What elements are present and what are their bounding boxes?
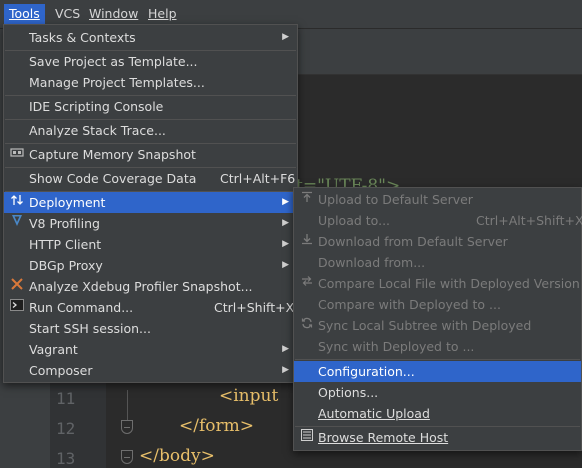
menu-item-sync-with-deployed[interactable]: Sync with Deployed to ... bbox=[294, 336, 581, 357]
menu-item-download-default-server[interactable]: Download from Default Server bbox=[294, 231, 581, 252]
menu-item-compare-local-file[interactable]: Compare Local File with Deployed Version bbox=[294, 273, 581, 294]
menu-item-label: Show Code Coverage Data bbox=[29, 171, 197, 186]
upload-icon bbox=[299, 189, 315, 210]
menu-item-label: Browse Remote Host bbox=[318, 430, 449, 445]
tools-menu: Tasks & Contexts ▶ Save Project as Templ… bbox=[3, 24, 298, 383]
submenu-arrow-icon: ▶ bbox=[282, 344, 289, 354]
menu-item-label: Analyze Stack Trace... bbox=[29, 123, 166, 138]
submenu-arrow-icon: ▶ bbox=[282, 365, 289, 375]
submenu-arrow-icon: ▶ bbox=[282, 239, 289, 249]
menu-item-label: Save Project as Template... bbox=[29, 54, 198, 69]
submenu-arrow-icon: ▶ bbox=[282, 197, 289, 207]
menu-item-ide-scripting-console[interactable]: IDE Scripting Console bbox=[4, 96, 297, 117]
menu-help-label: Help bbox=[148, 6, 177, 21]
menu-item-label: Download from... bbox=[318, 255, 426, 270]
menu-item-label: Tasks & Contexts bbox=[29, 30, 136, 45]
menu-item-capture-memory-snapshot[interactable]: Capture Memory Snapshot bbox=[4, 144, 297, 165]
submenu-arrow-icon: ▶ bbox=[282, 32, 289, 42]
menu-item-vagrant[interactable]: Vagrant ▶ bbox=[4, 339, 297, 360]
menu-item-http-client[interactable]: HTTP Client ▶ bbox=[4, 234, 297, 255]
menu-item-label: Composer bbox=[29, 363, 93, 378]
menu-tools-label: Tools bbox=[9, 6, 40, 21]
fold-marker-body[interactable] bbox=[121, 450, 133, 464]
memory-snapshot-icon bbox=[9, 144, 25, 165]
menu-item-label: Deployment bbox=[29, 195, 106, 210]
line-number-12: 12 bbox=[56, 419, 76, 438]
code-line-11: <input bbox=[219, 386, 279, 406]
menu-item-dbgp-proxy[interactable]: DBGp Proxy ▶ bbox=[4, 255, 297, 276]
menu-item-label: Vagrant bbox=[29, 342, 78, 357]
menu-item-options[interactable]: Options... bbox=[294, 382, 581, 403]
menu-item-label: V8 Profiling bbox=[29, 216, 100, 231]
menu-item-browse-remote-host[interactable]: Browse Remote Host bbox=[294, 427, 581, 448]
menu-item-label: Download from Default Server bbox=[318, 234, 508, 249]
menu-item-save-project-template[interactable]: Save Project as Template... bbox=[4, 51, 297, 72]
menu-item-show-code-coverage[interactable]: Show Code Coverage Data Ctrl+Alt+F6 bbox=[4, 168, 297, 189]
deployment-icon bbox=[9, 192, 25, 213]
line-number-13: 13 bbox=[56, 449, 76, 468]
menu-item-deployment[interactable]: Deployment ▶ bbox=[4, 192, 297, 213]
v8-icon bbox=[9, 213, 25, 234]
menu-item-configuration[interactable]: Configuration... bbox=[294, 361, 581, 382]
code-line-13: </body> bbox=[139, 446, 215, 466]
menu-item-upload-default-server[interactable]: Upload to Default Server bbox=[294, 189, 581, 210]
menu-item-label: IDE Scripting Console bbox=[29, 99, 164, 114]
menu-help[interactable]: Help bbox=[143, 4, 182, 24]
menu-item-label: DBGp Proxy bbox=[29, 258, 103, 273]
menu-item-label: HTTP Client bbox=[29, 237, 102, 252]
menu-item-analyze-stack-trace[interactable]: Analyze Stack Trace... bbox=[4, 120, 297, 141]
sync-icon bbox=[299, 315, 315, 336]
menu-item-compare-with-deployed[interactable]: Compare with Deployed to ... bbox=[294, 294, 581, 315]
menu-item-label: Compare with Deployed to ... bbox=[318, 297, 501, 312]
download-icon bbox=[299, 231, 315, 252]
menu-item-label: Manage Project Templates... bbox=[29, 75, 205, 90]
compare-icon bbox=[299, 273, 315, 294]
line-number-11: 11 bbox=[56, 389, 76, 408]
menu-item-label: Upload to Default Server bbox=[318, 192, 473, 207]
menu-item-label: Configuration... bbox=[318, 364, 415, 379]
menu-item-sync-local-subtree[interactable]: Sync Local Subtree with Deployed bbox=[294, 315, 581, 336]
menu-window[interactable]: Window bbox=[84, 4, 143, 24]
menu-item-shortcut: Ctrl+Alt+Shift+X bbox=[476, 213, 582, 228]
browse-remote-icon bbox=[299, 427, 315, 448]
menu-item-v8-profiling[interactable]: V8 Profiling ▶ bbox=[4, 213, 297, 234]
submenu-arrow-icon: ▶ bbox=[282, 218, 289, 228]
menu-item-upload-to[interactable]: Upload to... Ctrl+Alt+Shift+X bbox=[294, 210, 582, 231]
menu-window-label: Window bbox=[89, 6, 139, 21]
menu-item-manage-project-templates[interactable]: Manage Project Templates... bbox=[4, 72, 297, 93]
menu-item-analyze-xdebug[interactable]: Analyze Xdebug Profiler Snapshot... bbox=[4, 276, 297, 297]
menu-item-composer[interactable]: Composer ▶ bbox=[4, 360, 297, 381]
menu-item-tasks-contexts[interactable]: Tasks & Contexts ▶ bbox=[4, 27, 297, 48]
deployment-submenu: Upload to Default Server Upload to... Ct… bbox=[293, 187, 582, 451]
menu-item-start-ssh-session[interactable]: Start SSH session... bbox=[4, 318, 297, 339]
menu-item-label: Capture Memory Snapshot bbox=[29, 147, 196, 162]
menu-item-download-from[interactable]: Download from... bbox=[294, 252, 581, 273]
menu-item-label: Analyze Xdebug Profiler Snapshot... bbox=[29, 279, 253, 294]
terminal-icon bbox=[9, 297, 25, 318]
submenu-arrow-icon: ▶ bbox=[282, 260, 289, 270]
indent-guide bbox=[127, 390, 128, 420]
menu-separator bbox=[295, 359, 580, 360]
menu-item-label: Sync with Deployed to ... bbox=[318, 339, 475, 354]
menu-item-automatic-upload[interactable]: Automatic Upload bbox=[294, 403, 581, 424]
menu-vcs[interactable]: VCS bbox=[50, 4, 85, 24]
menu-item-label: Options... bbox=[318, 385, 379, 400]
menu-item-shortcut: Ctrl+Shift+X bbox=[214, 300, 295, 315]
menu-item-label: Upload to... bbox=[318, 213, 391, 228]
menu-item-label: Run Command... bbox=[29, 300, 134, 315]
menu-item-shortcut: Ctrl+Alt+F6 bbox=[220, 171, 296, 186]
xdebug-icon bbox=[9, 276, 25, 297]
fold-marker-form[interactable] bbox=[121, 420, 133, 434]
menu-item-label: Sync Local Subtree with Deployed bbox=[318, 318, 532, 333]
menu-tools[interactable]: Tools bbox=[4, 4, 45, 24]
menu-item-run-command[interactable]: Run Command... Ctrl+Shift+X bbox=[4, 297, 297, 318]
menu-item-label: Compare Local File with Deployed Version bbox=[318, 276, 580, 291]
code-line-12: </form> bbox=[179, 416, 254, 436]
menu-item-label: Automatic Upload bbox=[318, 406, 430, 421]
menu-item-label: Start SSH session... bbox=[29, 321, 151, 336]
